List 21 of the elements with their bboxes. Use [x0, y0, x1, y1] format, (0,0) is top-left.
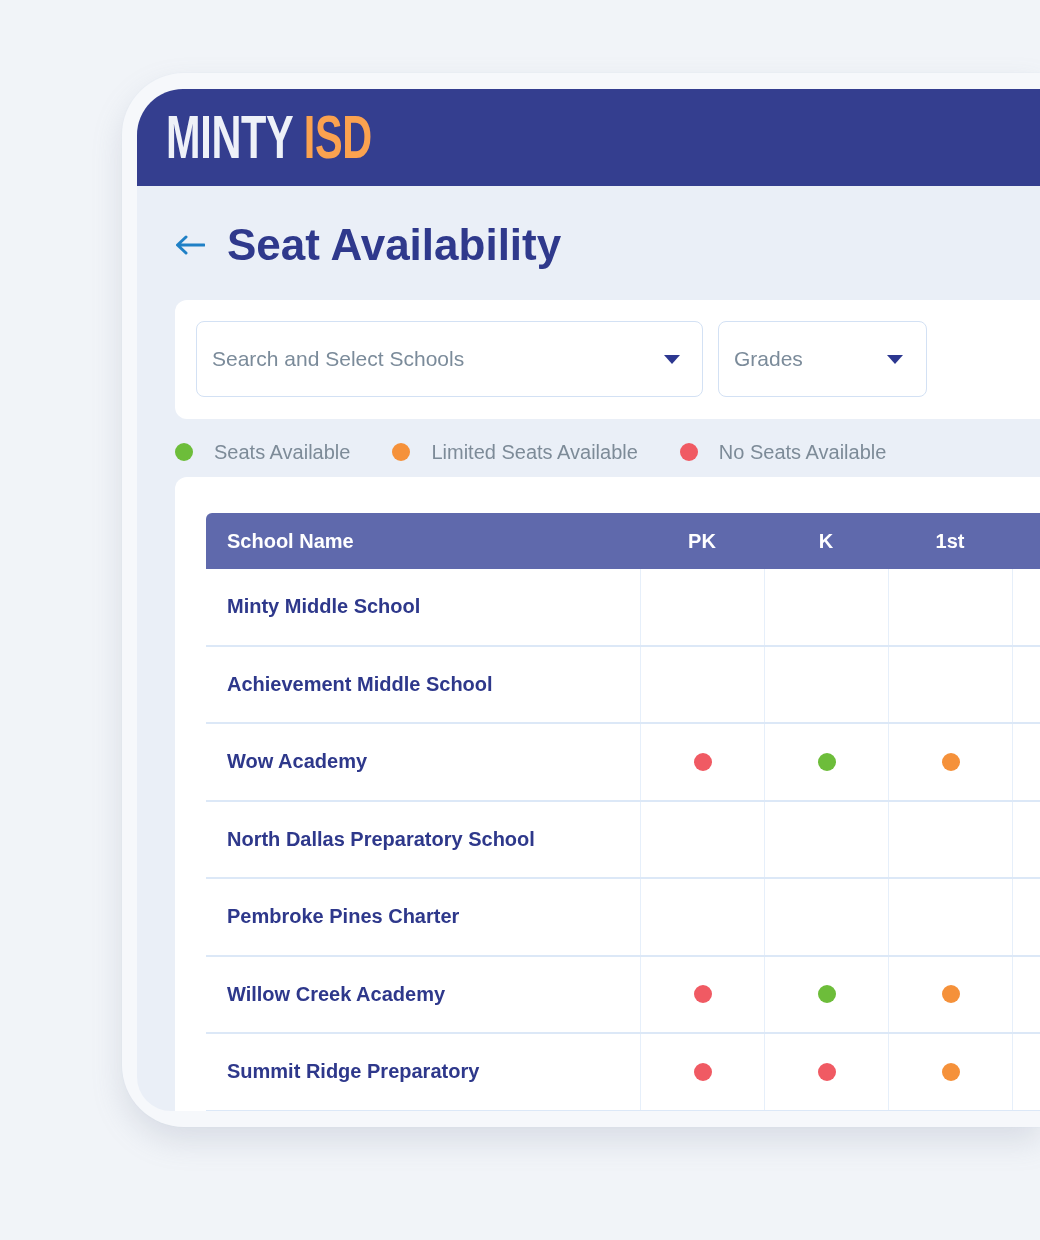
back-arrow-icon[interactable]: [175, 235, 205, 255]
column-header: 1st: [934, 529, 966, 553]
school-name: Wow Academy: [227, 750, 368, 774]
column-header: PK: [687, 529, 717, 553]
page-title: Seat Availability: [227, 220, 562, 270]
column-header: School Name: [226, 529, 355, 553]
legend-label: Seats Available: [214, 440, 351, 464]
school-name: Willow Creek Academy: [227, 982, 446, 1006]
column-header: K: [817, 529, 835, 553]
school-name: Achievement Middle School: [227, 672, 493, 696]
caret-icon: [664, 354, 680, 364]
school-name: Pembroke Pines Charter: [227, 905, 460, 929]
legend-label: Limited Seats Available: [431, 440, 638, 464]
legend-label: No Seats Available: [718, 440, 887, 464]
logo: MINTY ISD: [166, 107, 372, 168]
school-select[interactable]: Search and Select Schools: [196, 321, 703, 397]
caret-icon: [887, 354, 903, 364]
grade-select[interactable]: Grades: [718, 321, 927, 397]
school-name: Minty Middle School: [227, 595, 421, 619]
school-name: Summit Ridge Preparatory: [227, 1060, 480, 1084]
school-name: North Dallas Preparatory School: [227, 827, 535, 851]
